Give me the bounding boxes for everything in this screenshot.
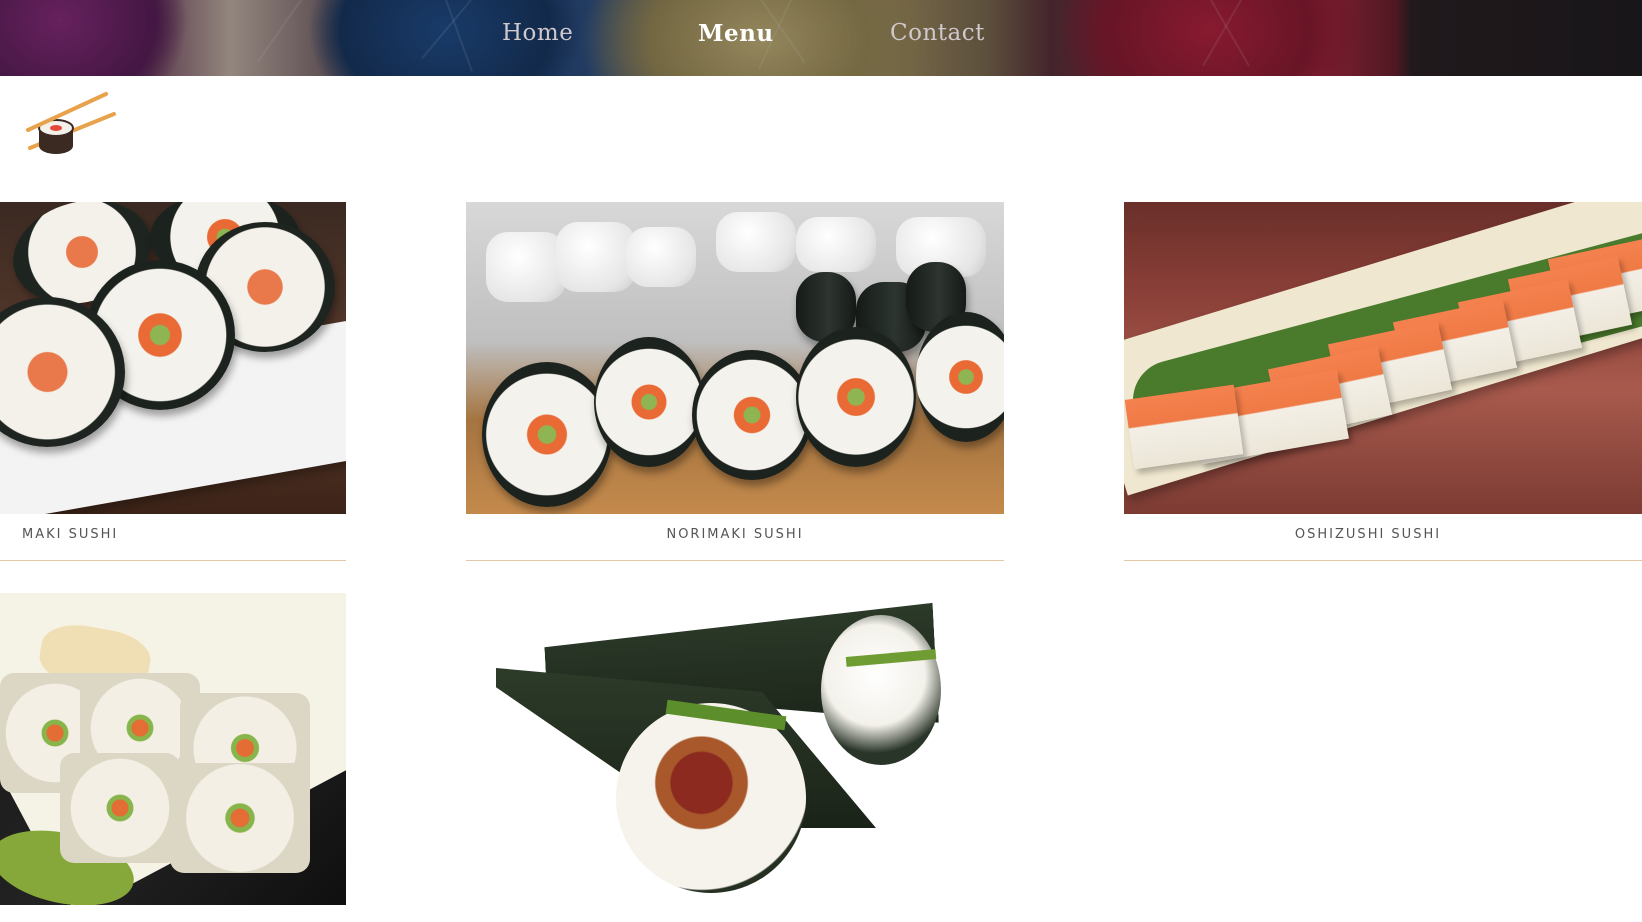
card-divider [1124, 560, 1642, 561]
menu-card-norimaki[interactable]: NORIMAKI SUSHI [466, 202, 1004, 562]
uramaki-sushi-photo [0, 593, 346, 905]
nav-home-link[interactable]: Home [502, 20, 573, 46]
card-divider [466, 560, 1004, 561]
menu-item-name: NORIMAKI SUSHI [666, 527, 804, 542]
norimaki-sushi-photo [466, 202, 1004, 514]
menu-card-oshizushi[interactable]: OSHIZUSHI SUSHI [1124, 202, 1642, 562]
menu-card-maki[interactable]: MAKI SUSHI [0, 202, 346, 562]
card-divider [0, 560, 346, 561]
menu-item-name: MAKI SUSHI [22, 527, 119, 542]
menu-card-temaki[interactable] [466, 593, 1004, 905]
menu-item-name: OSHIZUSHI SUSHI [1294, 527, 1442, 542]
nav-menu-link[interactable]: Menu [698, 20, 774, 47]
nav-contact-link[interactable]: Contact [890, 20, 985, 46]
oshizushi-sushi-photo [1124, 202, 1642, 514]
menu-card-uramaki[interactable] [0, 593, 346, 905]
main-nav: Home Menu Contact [0, 0, 1642, 76]
sushi-roll-chopsticks-icon[interactable] [24, 90, 120, 166]
maki-sushi-photo [0, 202, 346, 514]
temaki-sushi-photo [466, 593, 1004, 905]
header-banner: Home Menu Contact [0, 0, 1642, 76]
